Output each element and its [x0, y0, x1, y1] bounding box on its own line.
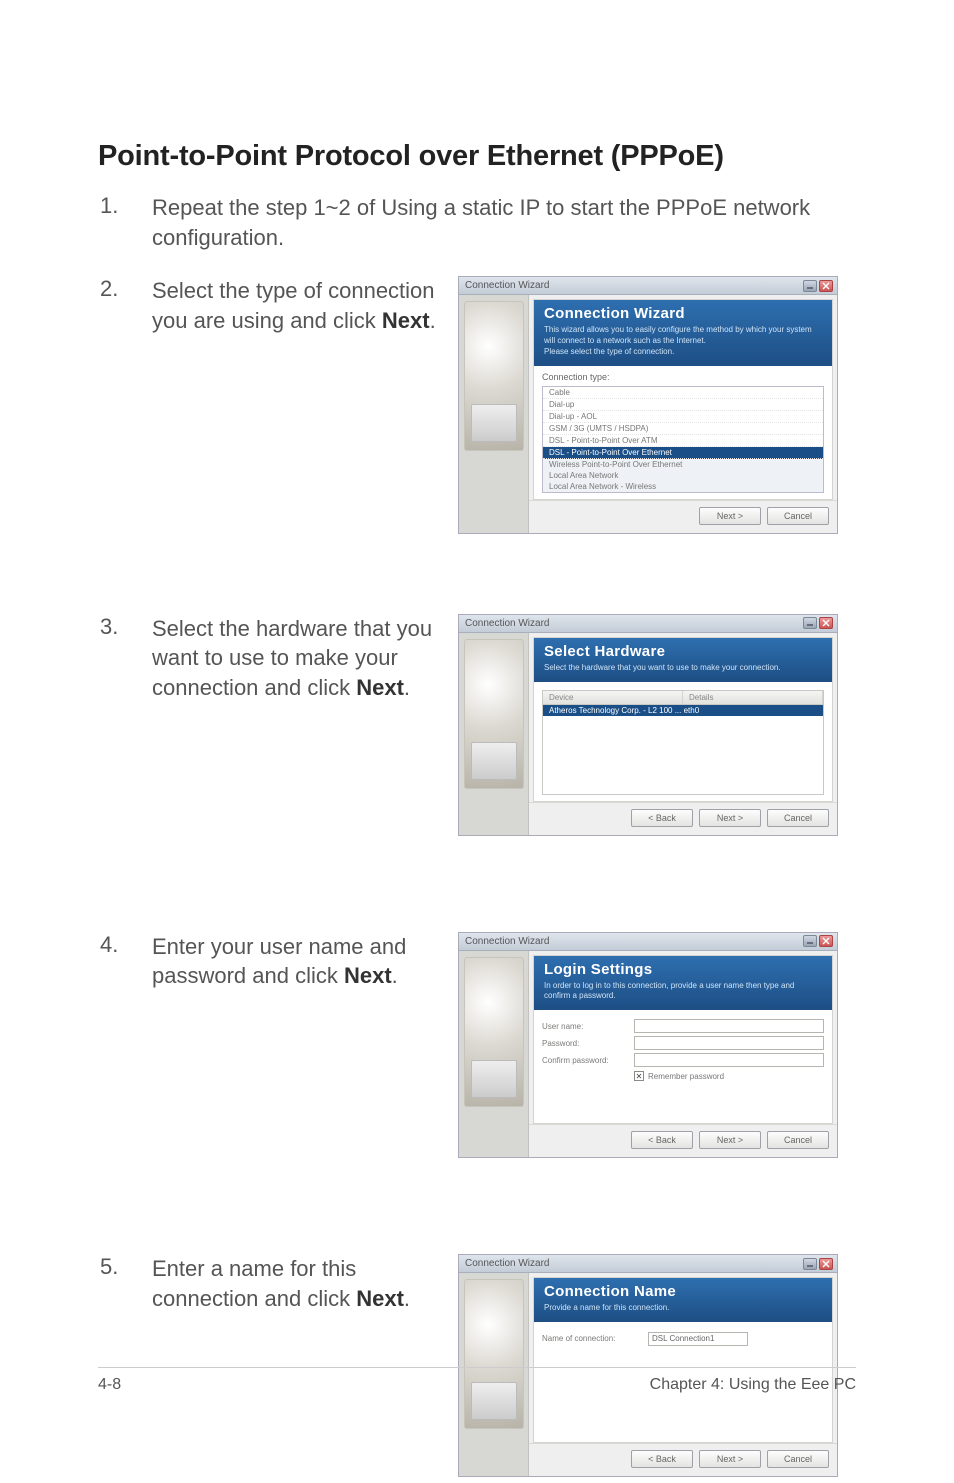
col-details: Details — [683, 691, 823, 704]
table-row-selected[interactable]: Atheros Technology Corp. - L2 100 ... et… — [543, 705, 823, 716]
hardware-table[interactable]: Device Details Atheros Technology Corp. … — [542, 690, 824, 795]
dialog-title: Connection Wizard — [465, 1258, 549, 1269]
dialog-side-graphic — [459, 633, 529, 835]
minimize-icon[interactable] — [803, 935, 817, 947]
list-item[interactable]: Dial-up - AOL — [543, 411, 823, 423]
next-button[interactable]: Next > — [699, 1131, 761, 1149]
step-1-text: Repeat the step 1~2 of Using a static IP… — [152, 193, 832, 252]
list-item[interactable]: Dial-up — [543, 399, 823, 411]
dialog-select-hardware: Connection Wizard Select — [458, 614, 838, 836]
cancel-button[interactable]: Cancel — [767, 809, 829, 827]
step-3: 3. Select the hardware that you want to … — [98, 614, 856, 842]
banner-desc: Provide a name for this connection. — [544, 1303, 822, 1314]
step-1: 1. Repeat the step 1~2 of Using a static… — [98, 193, 856, 252]
dialog-side-graphic — [459, 295, 529, 532]
list-item[interactable]: GSM / 3G (UMTS / HSDPA) — [543, 423, 823, 435]
banner-title: Select Hardware — [544, 643, 822, 660]
dialog-titlebar: Connection Wizard — [459, 1255, 837, 1273]
step-5-text: Enter a name for this connection and cli… — [152, 1254, 442, 1313]
next-button[interactable]: Next > — [699, 1450, 761, 1468]
step-4-text: Enter your user name and password and cl… — [152, 932, 442, 991]
list-item[interactable]: Wireless Point-to-Point Over Ethernet — [543, 459, 823, 470]
dialog-title: Connection Wizard — [465, 936, 549, 947]
dialog-banner: Connection Wizard This wizard allows you… — [534, 300, 832, 365]
back-button[interactable]: < Back — [631, 1131, 693, 1149]
connection-name-input[interactable]: DSL Connection1 — [648, 1332, 748, 1346]
chapter-label: Chapter 4: Using the Eee PC — [650, 1376, 856, 1394]
step-2: 2. Select the type of connection you are… — [98, 276, 856, 539]
password-input[interactable] — [634, 1036, 824, 1050]
connection-type-list[interactable]: Cable Dial-up Dial-up - AOL GSM / 3G (UM… — [542, 386, 824, 493]
cancel-button[interactable]: Cancel — [767, 507, 829, 525]
dialog-connection-wizard: Connection Wizard Connec — [458, 276, 838, 533]
dialog-title: Connection Wizard — [465, 618, 549, 629]
minimize-icon[interactable] — [803, 280, 817, 292]
banner-title: Login Settings — [544, 961, 822, 978]
page-heading: Point-to-Point Protocol over Ethernet (P… — [98, 140, 856, 173]
step-number: 4. — [98, 932, 152, 958]
minimize-icon[interactable] — [803, 617, 817, 629]
step-number: 3. — [98, 614, 152, 640]
close-icon[interactable] — [819, 1258, 833, 1270]
step-2-text: Select the type of connection you are us… — [152, 276, 442, 335]
step-3-text: Select the hardware that you want to use… — [152, 614, 442, 703]
back-button[interactable]: < Back — [631, 809, 693, 827]
next-button[interactable]: Next > — [699, 507, 761, 525]
confirm-label: Confirm password: — [542, 1056, 634, 1065]
cancel-button[interactable]: Cancel — [767, 1450, 829, 1468]
password-label: Password: — [542, 1039, 634, 1048]
dialog-titlebar: Connection Wizard — [459, 933, 837, 951]
connection-name-label: Name of connection: — [542, 1334, 648, 1343]
remember-password-checkbox[interactable]: ✕ Remember password — [634, 1071, 824, 1081]
close-icon[interactable] — [819, 617, 833, 629]
list-item[interactable]: Cable — [543, 387, 823, 399]
step-number: 5. — [98, 1254, 152, 1280]
dialog-title: Connection Wizard — [465, 280, 549, 291]
minimize-icon[interactable] — [803, 1258, 817, 1270]
close-icon[interactable] — [819, 280, 833, 292]
banner-desc: Select the hardware that you want to use… — [544, 663, 822, 674]
cancel-button[interactable]: Cancel — [767, 1131, 829, 1149]
list-label: Connection type: — [542, 372, 824, 382]
dialog-titlebar: Connection Wizard — [459, 277, 837, 295]
confirm-input[interactable] — [634, 1053, 824, 1067]
dialog-titlebar: Connection Wizard — [459, 615, 837, 633]
col-device: Device — [543, 691, 683, 704]
close-icon[interactable] — [819, 935, 833, 947]
list-item[interactable]: Local Area Network — [543, 470, 823, 481]
list-item[interactable]: DSL - Point-to-Point Over ATM — [543, 435, 823, 447]
username-input[interactable] — [634, 1019, 824, 1033]
username-label: User name: — [542, 1022, 634, 1031]
banner-desc: In order to log in to this connection, p… — [544, 981, 822, 1003]
back-button[interactable]: < Back — [631, 1450, 693, 1468]
page-number: 4-8 — [98, 1376, 121, 1394]
dialog-connection-name: Connection Wizard Connec — [458, 1254, 838, 1477]
next-button[interactable]: Next > — [699, 809, 761, 827]
list-item-selected[interactable]: DSL - Point-to-Point Over Ethernet — [543, 447, 823, 459]
list-item[interactable]: Local Area Network - Wireless — [543, 481, 823, 492]
dialog-login-settings: Connection Wizard Login — [458, 932, 838, 1159]
step-number: 1. — [98, 193, 152, 219]
checkbox-icon[interactable]: ✕ — [634, 1071, 644, 1081]
banner-title: Connection Name — [544, 1283, 822, 1300]
dialog-side-graphic — [459, 951, 529, 1158]
step-4: 4. Enter your user name and password and… — [98, 932, 856, 1165]
step-number: 2. — [98, 276, 152, 302]
